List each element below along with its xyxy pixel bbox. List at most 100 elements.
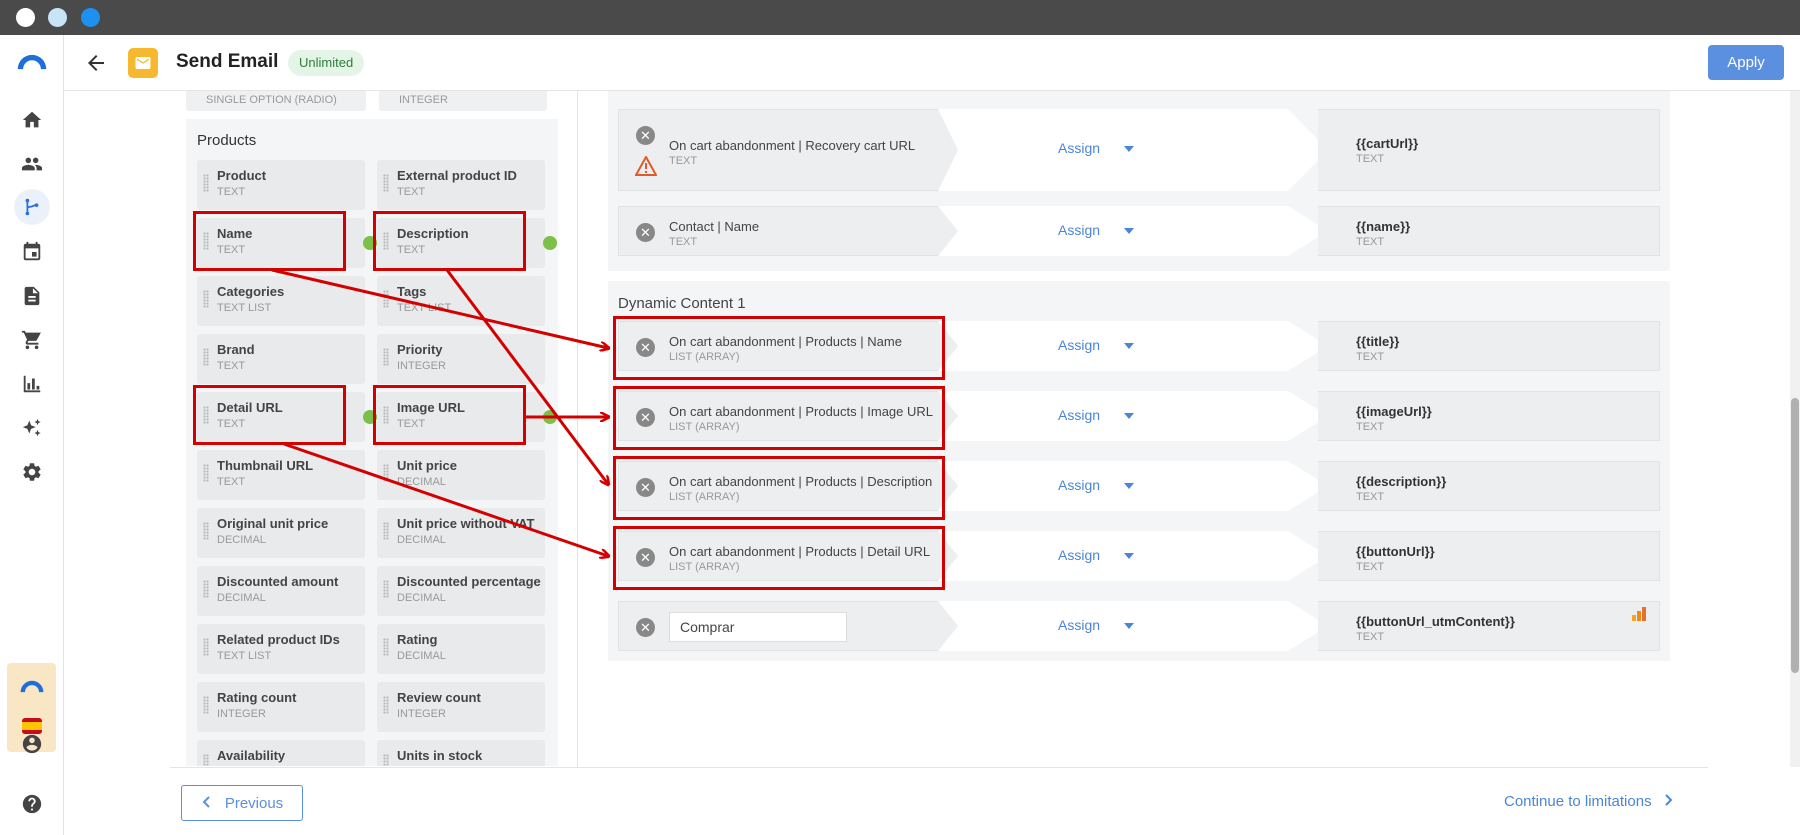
- field-card[interactable]: INTEGER: [379, 91, 547, 111]
- chevron-down-icon[interactable]: [1124, 413, 1134, 419]
- field-card-discounted-percentage[interactable]: Discounted percentage DECIMAL: [377, 566, 545, 616]
- drag-handle-icon[interactable]: [383, 464, 389, 482]
- field-card-rating-count[interactable]: Rating count INTEGER: [197, 682, 365, 732]
- continue-link[interactable]: Continue to limitations: [1504, 793, 1674, 810]
- remove-icon[interactable]: ✕: [636, 618, 655, 637]
- field-card[interactable]: SINGLE OPTION (RADIO): [186, 91, 366, 111]
- analytics-icon[interactable]: [19, 371, 45, 397]
- drag-handle-icon[interactable]: [383, 290, 389, 308]
- drag-handle-icon[interactable]: [203, 174, 209, 192]
- logo-icon[interactable]: [14, 49, 50, 75]
- field-card-brand[interactable]: Brand TEXT: [197, 334, 365, 384]
- drag-handle-icon[interactable]: [383, 232, 389, 250]
- back-arrow-icon[interactable]: [84, 51, 108, 75]
- static-text-input[interactable]: [669, 612, 847, 642]
- gear-icon[interactable]: [19, 459, 45, 485]
- drag-handle-icon[interactable]: [383, 406, 389, 424]
- drag-handle-icon[interactable]: [383, 580, 389, 598]
- drag-handle-icon[interactable]: [203, 348, 209, 366]
- drag-handle-icon[interactable]: [383, 348, 389, 366]
- drag-handle-icon[interactable]: [203, 232, 209, 250]
- drag-handle-icon[interactable]: [203, 580, 209, 598]
- field-card-thumbnail-url[interactable]: Thumbnail URL TEXT: [197, 450, 365, 500]
- remove-icon[interactable]: ✕: [636, 408, 655, 427]
- drag-handle-icon[interactable]: [203, 696, 209, 714]
- field-type: DECIMAL: [217, 534, 266, 546]
- remove-icon[interactable]: ✕: [636, 548, 655, 567]
- drag-handle-icon[interactable]: [383, 638, 389, 656]
- remove-icon[interactable]: ✕: [636, 478, 655, 497]
- field-card-image-url[interactable]: Image URL TEXT: [377, 392, 557, 442]
- field-card-external-product-id[interactable]: External product ID TEXT: [377, 160, 545, 210]
- window-maximize-button[interactable]: [81, 8, 100, 27]
- field-card-product[interactable]: Product TEXT: [197, 160, 365, 210]
- workflow-icon[interactable]: [14, 189, 50, 225]
- field-card-categories[interactable]: Categories TEXT LIST: [197, 276, 365, 326]
- mapping-group-main: ✕ On cart abandonment | Recovery cart UR…: [608, 91, 1670, 271]
- assign-dropdown[interactable]: Assign: [1058, 337, 1100, 353]
- user-icon[interactable]: [19, 731, 45, 757]
- mapping-row: ✕ On cart abandonment | Products | Detai…: [618, 531, 1660, 581]
- assign-dropdown[interactable]: Assign: [1058, 222, 1100, 238]
- field-card-unit-price[interactable]: Unit price DECIMAL: [377, 450, 545, 500]
- drag-handle-icon[interactable]: [383, 696, 389, 714]
- drag-handle-icon[interactable]: [203, 290, 209, 308]
- drag-handle-icon[interactable]: [203, 522, 209, 540]
- calendar-icon[interactable]: [19, 239, 45, 265]
- window-close-button[interactable]: [16, 8, 35, 27]
- chevron-down-icon[interactable]: [1124, 553, 1134, 559]
- document-icon[interactable]: [19, 283, 45, 309]
- field-card-availability[interactable]: Availability: [197, 740, 365, 766]
- remove-icon[interactable]: ✕: [636, 126, 655, 145]
- field-card-tags[interactable]: Tags TEXT LIST: [377, 276, 545, 326]
- bar-chart-icon[interactable]: [1631, 606, 1647, 622]
- drag-handle-icon[interactable]: [383, 754, 389, 766]
- source-name: Contact | Name: [669, 219, 760, 234]
- field-card-name[interactable]: Name TEXT: [197, 218, 377, 268]
- help-icon[interactable]: [19, 791, 45, 817]
- drag-handle-icon[interactable]: [383, 174, 389, 192]
- assign-dropdown[interactable]: Assign: [1058, 140, 1100, 156]
- target-type: TEXT: [1356, 491, 1385, 503]
- field-type: INTEGER: [399, 94, 448, 106]
- page-footer: Previous Continue to limitations: [170, 767, 1708, 835]
- drag-handle-icon[interactable]: [203, 406, 209, 424]
- target-name: {{buttonUrl}}: [1356, 544, 1435, 559]
- field-card-units-in-stock[interactable]: Units in stock: [377, 740, 545, 766]
- remove-icon[interactable]: ✕: [636, 223, 655, 242]
- apply-button[interactable]: Apply: [1708, 45, 1784, 80]
- assign-dropdown[interactable]: Assign: [1058, 407, 1100, 423]
- field-card-unit-price-without-vat[interactable]: Unit price without VAT DECIMAL: [377, 508, 545, 558]
- field-card-original-unit-price[interactable]: Original unit price DECIMAL: [197, 508, 365, 558]
- chevron-down-icon[interactable]: [1124, 623, 1134, 629]
- fields-panel: SINGLE OPTION (RADIO) INTEGER Products P…: [186, 91, 558, 766]
- assign-dropdown[interactable]: Assign: [1058, 477, 1100, 493]
- assign-dropdown[interactable]: Assign: [1058, 547, 1100, 563]
- drag-handle-icon[interactable]: [203, 638, 209, 656]
- window-minimize-button[interactable]: [48, 8, 67, 27]
- field-card-priority[interactable]: Priority INTEGER: [377, 334, 545, 384]
- scrollbar-thumb[interactable]: [1791, 398, 1799, 673]
- chevron-down-icon[interactable]: [1124, 228, 1134, 234]
- field-card-detail-url[interactable]: Detail URL TEXT: [197, 392, 377, 442]
- field-card-description[interactable]: Description TEXT: [377, 218, 557, 268]
- chevron-down-icon[interactable]: [1124, 483, 1134, 489]
- field-card-related-product-ids[interactable]: Related product IDs TEXT LIST: [197, 624, 365, 674]
- field-card-discounted-amount[interactable]: Discounted amount DECIMAL: [197, 566, 365, 616]
- previous-button[interactable]: Previous: [181, 785, 303, 821]
- assign-area: Assign: [938, 109, 1328, 191]
- assign-area: Assign: [938, 601, 1328, 651]
- home-icon[interactable]: [19, 107, 45, 133]
- contacts-icon[interactable]: [19, 151, 45, 177]
- chevron-down-icon[interactable]: [1124, 343, 1134, 349]
- drag-handle-icon[interactable]: [203, 464, 209, 482]
- remove-icon[interactable]: ✕: [636, 338, 655, 357]
- drag-handle-icon[interactable]: [203, 754, 209, 766]
- field-card-review-count[interactable]: Review count INTEGER: [377, 682, 545, 732]
- sparkle-icon[interactable]: [19, 415, 45, 441]
- field-card-rating[interactable]: Rating DECIMAL: [377, 624, 545, 674]
- assign-dropdown[interactable]: Assign: [1058, 617, 1100, 633]
- chevron-down-icon[interactable]: [1124, 146, 1134, 152]
- cart-icon[interactable]: [19, 327, 45, 353]
- drag-handle-icon[interactable]: [383, 522, 389, 540]
